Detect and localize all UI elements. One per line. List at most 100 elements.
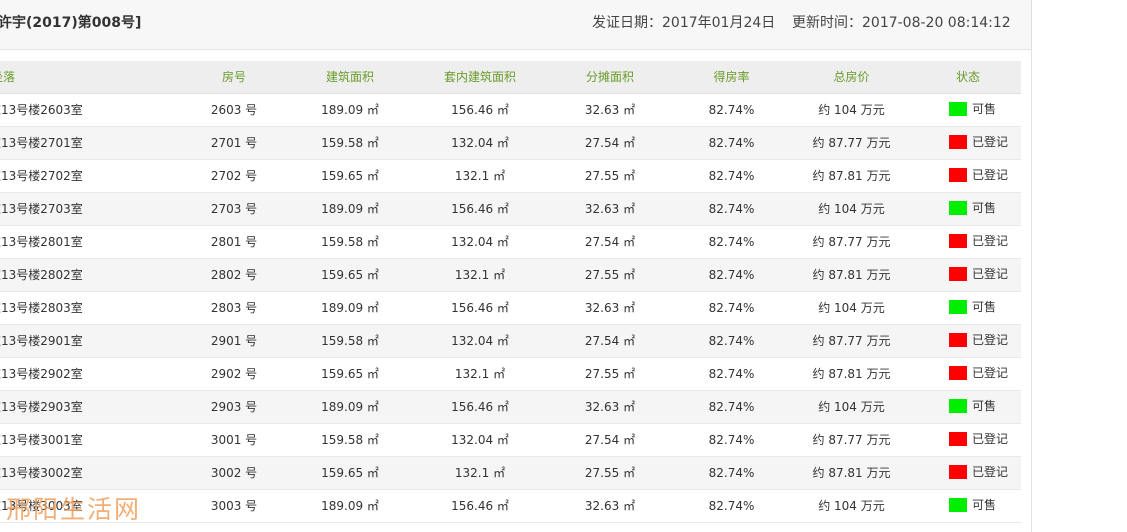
status-indicator: 已登记 <box>949 166 1008 183</box>
cell-shared-area: 32.63 ㎡ <box>545 93 675 127</box>
cell-shared-area: 32.63 ㎡ <box>545 192 675 226</box>
cell-location: 栋13号楼2902室 <box>0 357 183 391</box>
cell-total-price: 约 104 万元 <box>788 192 915 226</box>
status-indicator: 已登记 <box>949 331 1008 348</box>
column-header-room-no: 房号 <box>183 61 285 94</box>
cell-location: 栋13号楼2703室 <box>0 192 183 226</box>
cell-status: 可售 <box>915 93 1021 127</box>
cell-status: 已登记 <box>915 258 1021 292</box>
cell-location: 栋13号楼2701室 <box>0 126 183 160</box>
cell-shared-area: 27.55 ㎡ <box>545 159 675 193</box>
cell-shared-area: 27.55 ㎡ <box>545 456 675 490</box>
cell-inner-area: 132.1 ㎡ <box>415 357 545 391</box>
cell-total-price: 约 104 万元 <box>788 93 915 127</box>
status-indicator: 可售 <box>949 298 996 315</box>
cell-location: 栋13号楼2901室 <box>0 324 183 358</box>
cell-room-no: 2901 号 <box>183 324 285 358</box>
table-row: 栋13号楼2603室2603 号189.09 ㎡156.46 ㎡32.63 ㎡8… <box>0 93 1021 127</box>
table-row: 栋13号楼2903室2903 号189.09 ㎡156.46 ㎡32.63 ㎡8… <box>0 390 1021 424</box>
status-indicator: 可售 <box>949 100 996 117</box>
status-label: 可售 <box>972 498 997 513</box>
cell-total-price: 约 87.81 万元 <box>788 159 915 193</box>
column-header-inner-area: 套内建筑面积 <box>415 61 545 94</box>
cell-status: 已登记 <box>915 126 1021 160</box>
cell-building-area: 159.65 ㎡ <box>285 357 415 391</box>
update-time: 更新时间：2017-08-20 08:14:12 <box>792 15 1011 31</box>
cell-shared-area: 27.55 ㎡ <box>545 357 675 391</box>
status-color-swatch <box>949 398 967 413</box>
units-table: 坐落 房号 建筑面积 套内建筑面积 分摊面积 得房率 总房价 状态 栋13号楼2… <box>0 61 1021 523</box>
permit-title: 许宇(2017)第008号] <box>0 15 142 31</box>
cell-total-price: 约 87.77 万元 <box>788 324 915 358</box>
status-color-swatch <box>949 200 967 215</box>
cell-building-area: 159.58 ㎡ <box>285 126 415 160</box>
cell-building-area: 189.09 ㎡ <box>285 93 415 127</box>
column-header-building-area: 建筑面积 <box>285 61 415 94</box>
cell-total-price: 约 87.77 万元 <box>788 126 915 160</box>
cell-building-area: 189.09 ㎡ <box>285 291 415 325</box>
table-row: 栋13号楼3002室3002 号159.65 ㎡132.1 ㎡27.55 ㎡82… <box>0 456 1021 490</box>
status-indicator: 已登记 <box>949 364 1008 381</box>
cell-status: 可售 <box>915 192 1021 226</box>
cell-status: 可售 <box>915 489 1021 523</box>
cell-location: 栋13号楼3001室 <box>0 423 183 457</box>
table-row: 栋13号楼3003室3003 号189.09 ㎡156.46 ㎡32.63 ㎡8… <box>0 489 1021 523</box>
site-watermark-logo: 邢阳生活网 <box>6 495 142 524</box>
cell-status: 已登记 <box>915 324 1021 358</box>
cell-efficiency: 82.74% <box>675 489 788 523</box>
table-row: 栋13号楼2902室2902 号159.65 ㎡132.1 ㎡27.55 ㎡82… <box>0 357 1021 391</box>
cell-total-price: 约 104 万元 <box>788 291 915 325</box>
cell-location: 栋13号楼2603室 <box>0 93 183 127</box>
cell-efficiency: 82.74% <box>675 291 788 325</box>
status-color-swatch <box>949 101 967 116</box>
status-label: 已登记 <box>972 465 1009 480</box>
status-label: 已登记 <box>972 135 1009 150</box>
cell-shared-area: 32.63 ㎡ <box>545 291 675 325</box>
table-row: 栋13号楼2803室2803 号189.09 ㎡156.46 ㎡32.63 ㎡8… <box>0 291 1021 325</box>
cell-total-price: 约 104 万元 <box>788 390 915 424</box>
permit-header: 许宇(2017)第008号] 发证日期：2017年01月24日 更新时间：201… <box>0 0 1031 50</box>
cell-shared-area: 27.54 ㎡ <box>545 324 675 358</box>
cell-total-price: 约 104 万元 <box>788 489 915 523</box>
cell-room-no: 2902 号 <box>183 357 285 391</box>
cell-status: 已登记 <box>915 357 1021 391</box>
status-color-swatch <box>949 464 967 479</box>
cell-status: 已登记 <box>915 423 1021 457</box>
cell-efficiency: 82.74% <box>675 93 788 127</box>
cell-shared-area: 32.63 ㎡ <box>545 390 675 424</box>
cell-total-price: 约 87.77 万元 <box>788 423 915 457</box>
status-indicator: 已登记 <box>949 265 1008 282</box>
cell-building-area: 189.09 ㎡ <box>285 489 415 523</box>
cell-location: 栋13号楼2802室 <box>0 258 183 292</box>
status-label: 已登记 <box>972 432 1009 447</box>
status-label: 可售 <box>972 102 997 117</box>
status-label: 可售 <box>972 300 997 315</box>
table-row: 栋13号楼3001室3001 号159.58 ㎡132.04 ㎡27.54 ㎡8… <box>0 423 1021 457</box>
status-indicator: 已登记 <box>949 430 1008 447</box>
status-color-swatch <box>949 167 967 182</box>
status-label: 已登记 <box>972 366 1009 381</box>
cell-shared-area: 27.54 ㎡ <box>545 126 675 160</box>
cell-status: 已登记 <box>915 456 1021 490</box>
cell-status: 已登记 <box>915 225 1021 259</box>
cell-efficiency: 82.74% <box>675 159 788 193</box>
status-color-swatch <box>949 497 967 512</box>
cell-status: 已登记 <box>915 159 1021 193</box>
cell-total-price: 约 87.81 万元 <box>788 258 915 292</box>
status-indicator: 可售 <box>949 199 996 216</box>
column-header-efficiency: 得房率 <box>675 61 788 94</box>
status-label: 可售 <box>972 201 997 216</box>
table-row: 栋13号楼2901室2901 号159.58 ㎡132.04 ㎡27.54 ㎡8… <box>0 324 1021 358</box>
cell-room-no: 2603 号 <box>183 93 285 127</box>
cell-inner-area: 132.04 ㎡ <box>415 324 545 358</box>
status-indicator: 已登记 <box>949 133 1008 150</box>
cell-inner-area: 156.46 ㎡ <box>415 192 545 226</box>
status-color-swatch <box>949 266 967 281</box>
cell-efficiency: 82.74% <box>675 456 788 490</box>
cell-efficiency: 82.74% <box>675 192 788 226</box>
status-label: 已登记 <box>972 333 1009 348</box>
status-color-swatch <box>949 332 967 347</box>
status-label: 已登记 <box>972 267 1009 282</box>
cell-efficiency: 82.74% <box>675 126 788 160</box>
cell-room-no: 3003 号 <box>183 489 285 523</box>
